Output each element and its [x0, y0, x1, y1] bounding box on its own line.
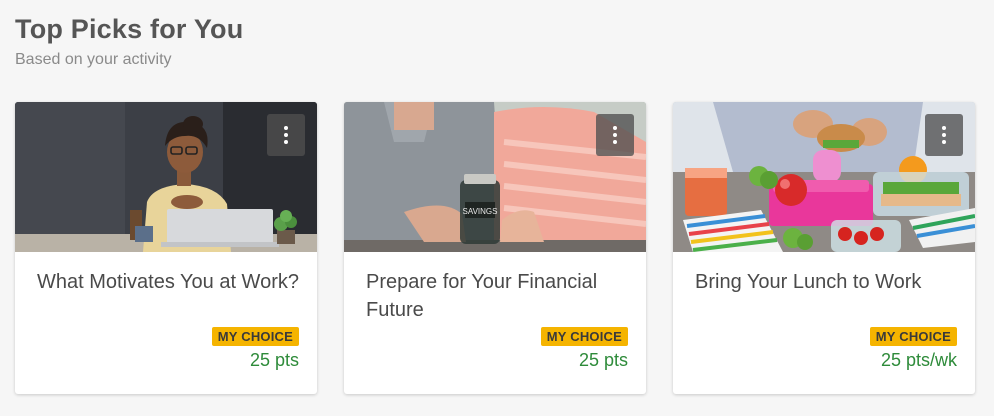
card-financial-future[interactable]: SAVINGS Prepare for Your Financial Futur…	[344, 102, 646, 394]
my-choice-badge: MY CHOICE	[211, 327, 299, 346]
card-image-woman-at-laptop[interactable]	[15, 102, 317, 252]
card-title[interactable]: Bring Your Lunch to Work	[695, 268, 957, 296]
card-menu-button[interactable]	[267, 114, 305, 156]
kebab-dot	[613, 133, 617, 137]
card-what-motivates-you[interactable]: What Motivates You at Work? MY CHOICE 25…	[15, 102, 317, 394]
kebab-dot	[613, 140, 617, 144]
section-subtitle: Based on your activity	[15, 51, 172, 68]
section-header: Top Picks for You Based on your activity	[15, 14, 243, 69]
card-menu-button[interactable]	[925, 114, 963, 156]
card-image-packed-lunch[interactable]	[673, 102, 975, 252]
kebab-dot	[942, 140, 946, 144]
my-choice-badge: MY CHOICE	[869, 327, 957, 346]
card-list: What Motivates You at Work? MY CHOICE 25…	[15, 102, 975, 394]
card-points: 25 pts	[249, 350, 299, 370]
kebab-dot	[284, 140, 288, 144]
card-points: 25 pts/wk	[880, 350, 957, 370]
my-choice-badge: MY CHOICE	[540, 327, 628, 346]
kebab-dot	[613, 126, 617, 130]
jar-label: SAVINGS	[463, 207, 498, 216]
kebab-dot	[284, 126, 288, 130]
card-image-couple-savings-jar[interactable]: SAVINGS	[344, 102, 646, 252]
card-title[interactable]: Prepare for Your Financial Future	[366, 268, 628, 324]
card-points: 25 pts	[578, 350, 628, 370]
card-body: Prepare for Your Financial Future MY CHO…	[344, 252, 646, 394]
kebab-dot	[942, 126, 946, 130]
kebab-dot	[284, 133, 288, 137]
card-title[interactable]: What Motivates You at Work?	[37, 268, 299, 296]
card-body: What Motivates You at Work? MY CHOICE 25…	[15, 252, 317, 394]
card-bring-lunch[interactable]: Bring Your Lunch to Work MY CHOICE 25 pt…	[673, 102, 975, 394]
card-menu-button[interactable]	[596, 114, 634, 156]
card-body: Bring Your Lunch to Work MY CHOICE 25 pt…	[673, 252, 975, 394]
kebab-dot	[942, 133, 946, 137]
section-title: Top Picks for You	[15, 14, 244, 44]
